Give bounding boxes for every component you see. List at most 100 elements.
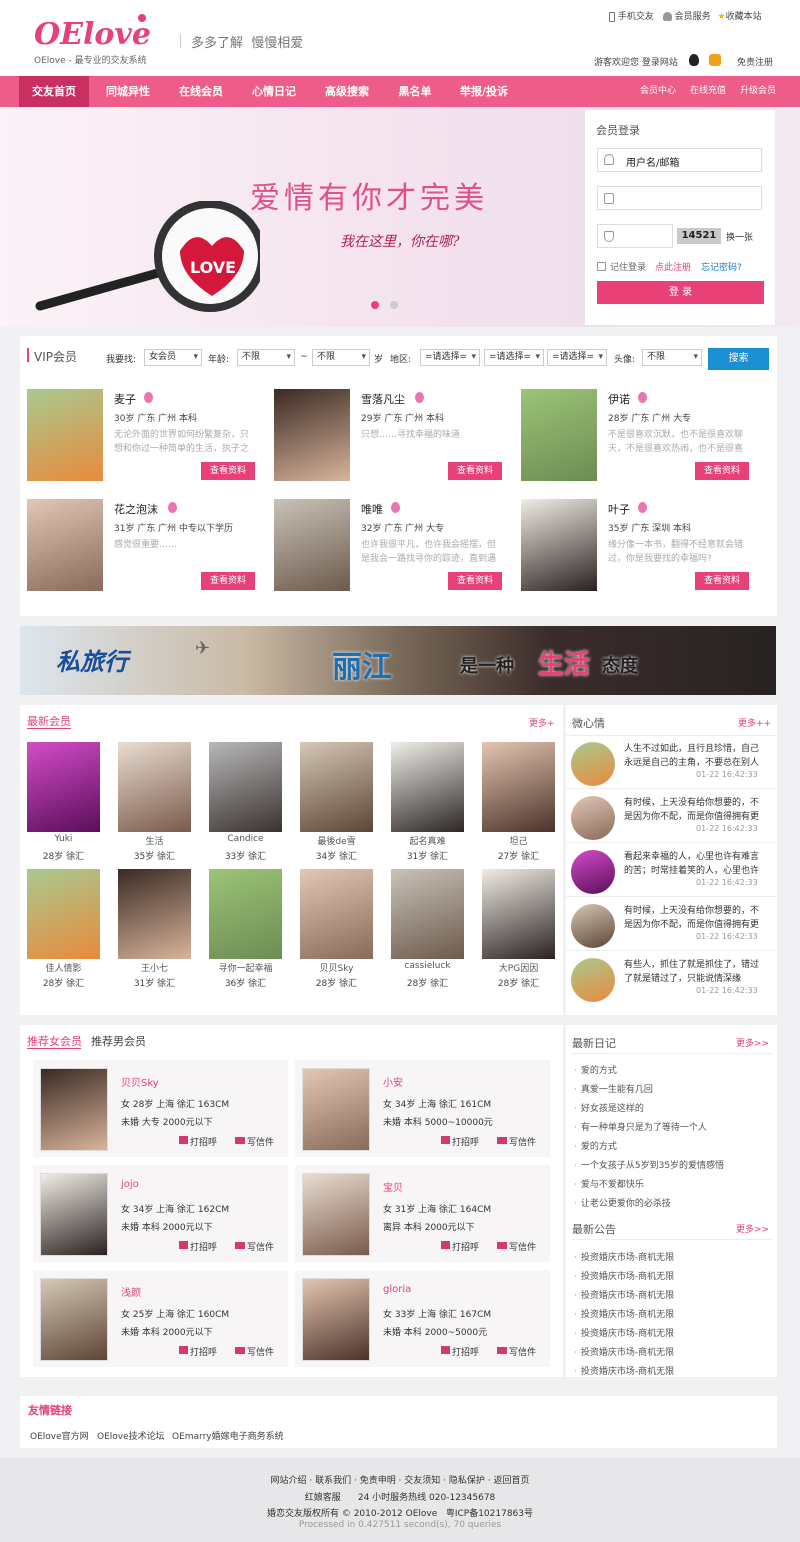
gender-select[interactable]: 女会员 [144,349,202,366]
notice-item[interactable]: 投资婚庆市场-商机无限 [574,1250,674,1263]
slide-dot-active[interactable] [371,301,379,309]
diary-item[interactable]: 让老公更爱你的必杀技 [574,1196,671,1209]
view-profile-button[interactable]: 查看资料 [695,572,749,590]
mood-avatar[interactable] [571,796,615,840]
diary-item[interactable]: 爱与不爱都快乐 [574,1177,644,1190]
view-profile-button[interactable]: 查看资料 [448,462,502,480]
nav-upgrade[interactable]: 升级会员 [736,76,780,107]
register-link[interactable]: 点此注册 [655,260,691,273]
recommend-name[interactable]: 宝贝 [383,1179,403,1194]
nav-report[interactable]: 举报/投诉 [448,76,520,107]
view-profile-button[interactable]: 查看资料 [448,572,502,590]
recommend-photo[interactable] [40,1278,108,1361]
captcha-field[interactable] [597,224,673,248]
member-photo[interactable] [27,742,100,832]
nav-local[interactable]: 同城异性 [92,76,164,107]
vip-photo[interactable] [274,389,350,481]
notice-item[interactable]: 投资婚庆市场-商机无限 [574,1345,674,1358]
notice-item[interactable]: 投资婚庆市场-商机无限 [574,1364,674,1377]
friend-link-3[interactable]: OEmarry婚嫁电子商务系统 [172,1429,284,1442]
free-register-link[interactable]: 免责注册 [737,55,773,68]
footer-links[interactable]: 网站介绍 · 联系我们 · 免责申明 · 交友须知 · 隐私保护 · 返回首页 [0,1473,800,1486]
member-name[interactable]: 王小七 [110,961,199,974]
greet-button[interactable]: 打招呼 [190,1135,217,1148]
mood-avatar[interactable] [571,958,615,1002]
qq-icon[interactable] [689,54,699,66]
password-field[interactable] [597,186,762,210]
greet-button[interactable]: 打招呼 [190,1240,217,1253]
notice-item[interactable]: 投资婚庆市场-商机无限 [574,1307,674,1320]
remember-checkbox[interactable] [597,262,606,271]
age-to-select[interactable]: 不限 [312,349,370,366]
vip-name[interactable]: 雪落凡尘 [361,391,405,407]
welcome-text[interactable]: 游客欢迎您 登录网站 [594,55,678,68]
member-photo[interactable] [118,742,191,832]
district-select[interactable]: =请选择= [547,349,607,366]
mail-button[interactable]: 写信件 [509,1240,536,1253]
city-select[interactable]: =请选择= [484,349,544,366]
nav-member-center[interactable]: 会员中心 [636,76,680,107]
member-photo[interactable] [118,869,191,959]
mood-more-link[interactable]: 更多++ [738,716,771,729]
province-select[interactable]: =请选择= [420,349,480,366]
nav-online[interactable]: 在线会员 [165,76,237,107]
nav-diary[interactable]: 心情日记 [238,76,310,107]
member-name[interactable]: 起名真难 [383,834,472,847]
mail-button[interactable]: 写信件 [247,1135,274,1148]
mail-button[interactable]: 写信件 [247,1345,274,1358]
tab-recommend-male[interactable]: 推荐男会员 [91,1033,146,1049]
vip-photo[interactable] [274,499,350,591]
greet-button[interactable]: 打招呼 [190,1345,217,1358]
diary-item[interactable]: 好女孩是这样的 [574,1101,644,1114]
member-name[interactable]: 坦己 [474,834,563,847]
greet-button[interactable]: 打招呼 [452,1345,479,1358]
notice-more-link[interactable]: 更多>> [736,1222,769,1235]
mood-avatar[interactable] [571,904,615,948]
age-from-select[interactable]: 不限 [237,349,295,366]
diary-item[interactable]: 有一种单身只是为了等待一个人 [574,1120,707,1133]
recommend-photo[interactable] [302,1278,370,1361]
member-photo[interactable] [482,742,555,832]
nav-home[interactable]: 交友首页 [19,76,89,107]
vip-photo[interactable] [521,499,597,591]
member-name[interactable]: Candice [201,834,290,844]
vip-name[interactable]: 花之泡沫 [114,501,158,517]
travel-ad-banner[interactable]: 私旅行 ✈ 丽江 是一种 生活 态度 [20,626,776,695]
notice-item[interactable]: 投资婚庆市场-商机无限 [574,1326,674,1339]
greet-button[interactable]: 打招呼 [452,1135,479,1148]
member-service-link[interactable]: 会员服务 [675,12,711,22]
member-photo[interactable] [300,742,373,832]
member-name[interactable]: cassieluck [383,961,472,971]
bookmark-link[interactable]: 收藏本站 [726,12,762,22]
recommend-photo[interactable] [302,1068,370,1151]
weibo-icon[interactable] [709,54,721,66]
member-photo[interactable] [391,742,464,832]
recommend-name[interactable]: gloria [383,1284,411,1295]
mail-button[interactable]: 写信件 [247,1240,274,1253]
forgot-password-link[interactable]: 忘记密码? [701,260,742,273]
vip-photo[interactable] [27,389,103,481]
mobile-link[interactable]: 手机交友 [618,12,654,22]
member-name[interactable]: 大PG因因 [474,961,563,974]
member-name[interactable]: 寻你一起幸福 [201,961,290,974]
mail-button[interactable]: 写信件 [509,1345,536,1358]
view-profile-button[interactable]: 查看资料 [201,462,255,480]
recommend-photo[interactable] [40,1173,108,1256]
vip-name[interactable]: 麦子 [114,391,136,407]
member-name[interactable]: 贝贝Sky [292,961,381,974]
login-button[interactable]: 登 录 [597,281,764,304]
diary-item[interactable]: 一个女孩子从5岁到35岁的爱情感悟 [574,1158,724,1171]
vip-photo[interactable] [27,499,103,591]
greet-button[interactable]: 打招呼 [452,1240,479,1253]
friend-link-1[interactable]: OElove官方网 [30,1429,89,1442]
newest-more-link[interactable]: 更多+ [529,716,555,729]
diary-item[interactable]: 爱的方式 [574,1139,617,1152]
member-photo[interactable] [209,742,282,832]
member-photo[interactable] [300,869,373,959]
recommend-name[interactable]: jojo [121,1179,139,1190]
diary-item[interactable]: 爱的方式 [574,1063,617,1076]
member-photo[interactable] [391,869,464,959]
avatar-select[interactable]: 不限 [642,349,702,366]
member-name[interactable]: 生活 [110,834,199,847]
member-photo[interactable] [482,869,555,959]
